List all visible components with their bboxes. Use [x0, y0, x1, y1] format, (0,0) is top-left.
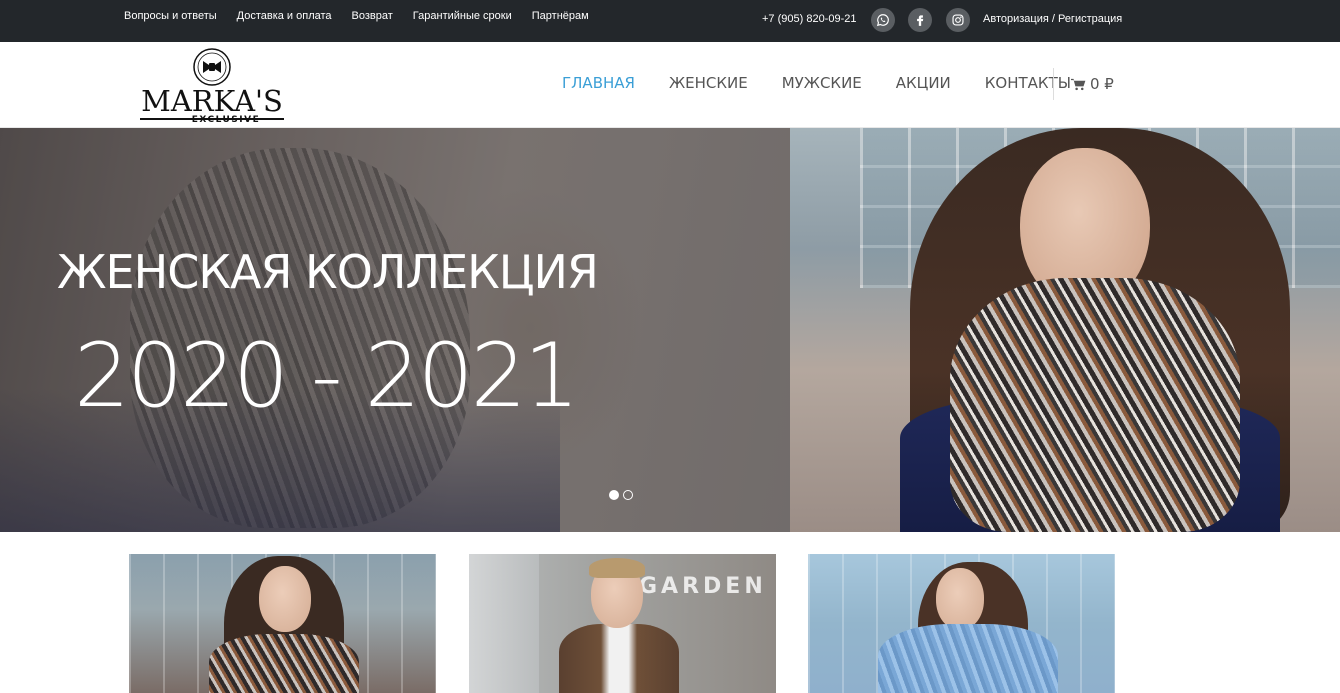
slider-dots [609, 490, 633, 500]
top-link-partners[interactable]: Партнёрам [532, 10, 589, 22]
facebook-icon[interactable] [908, 8, 932, 32]
auth-link[interactable]: Авторизация / Регистрация [983, 13, 1122, 25]
category-card-women[interactable] [129, 554, 436, 693]
site-logo[interactable]: MARKA'S EXCLUSIVE [138, 47, 286, 125]
nav-item-women[interactable]: ЖЕНСКИЕ [669, 74, 748, 92]
logo-subtext: EXCLUSIVE [192, 115, 261, 125]
category-card-men[interactable]: GARDEN [469, 554, 776, 693]
phone-number[interactable]: +7 (905) 820-09-21 [762, 13, 856, 25]
hero-title: ЖЕНСКАЯ КОЛЛЕКЦИЯ [57, 245, 599, 299]
top-link-return[interactable]: Возврат [352, 10, 393, 22]
logo-text: MARKA'S [141, 84, 283, 118]
top-link-warranty[interactable]: Гарантийные сроки [413, 10, 512, 22]
site-header: MARKA'S EXCLUSIVE ГЛАВНАЯ ЖЕНСКИЕ МУЖСКИ… [0, 42, 1340, 128]
nav-item-sales[interactable]: АКЦИИ [896, 74, 951, 92]
nav-item-men[interactable]: МУЖСКИЕ [782, 74, 862, 92]
top-link-faq[interactable]: Вопросы и ответы [124, 10, 217, 22]
hero-photo-model [790, 128, 1340, 532]
nav-divider [1053, 68, 1054, 100]
slider-dot-2[interactable] [623, 490, 633, 500]
slider-dot-1[interactable] [609, 490, 619, 500]
cart-button[interactable]: 0 ₽ [1071, 75, 1114, 93]
nav-item-home[interactable]: ГЛАВНАЯ [562, 74, 635, 92]
main-nav: ГЛАВНАЯ ЖЕНСКИЕ МУЖСКИЕ АКЦИИ КОНТАКТЫ [562, 74, 1071, 92]
top-links: Вопросы и ответы Доставка и оплата Возвр… [124, 10, 589, 22]
hero-years: 2020 - 2021 [74, 324, 580, 427]
top-link-delivery[interactable]: Доставка и оплата [237, 10, 332, 22]
nav-item-contacts[interactable]: КОНТАКТЫ [985, 74, 1071, 92]
garden-sign: GARDEN [639, 574, 767, 599]
category-card-sales[interactable] [808, 554, 1115, 693]
whatsapp-icon[interactable] [871, 8, 895, 32]
top-bar: Вопросы и ответы Доставка и оплата Возвр… [0, 0, 1340, 42]
instagram-icon[interactable] [946, 8, 970, 32]
hero-slider[interactable]: ЖЕНСКАЯ КОЛЛЕКЦИЯ 2020 - 2021 [0, 128, 1340, 532]
cart-icon [1071, 78, 1086, 90]
cart-amount: 0 ₽ [1090, 75, 1114, 93]
